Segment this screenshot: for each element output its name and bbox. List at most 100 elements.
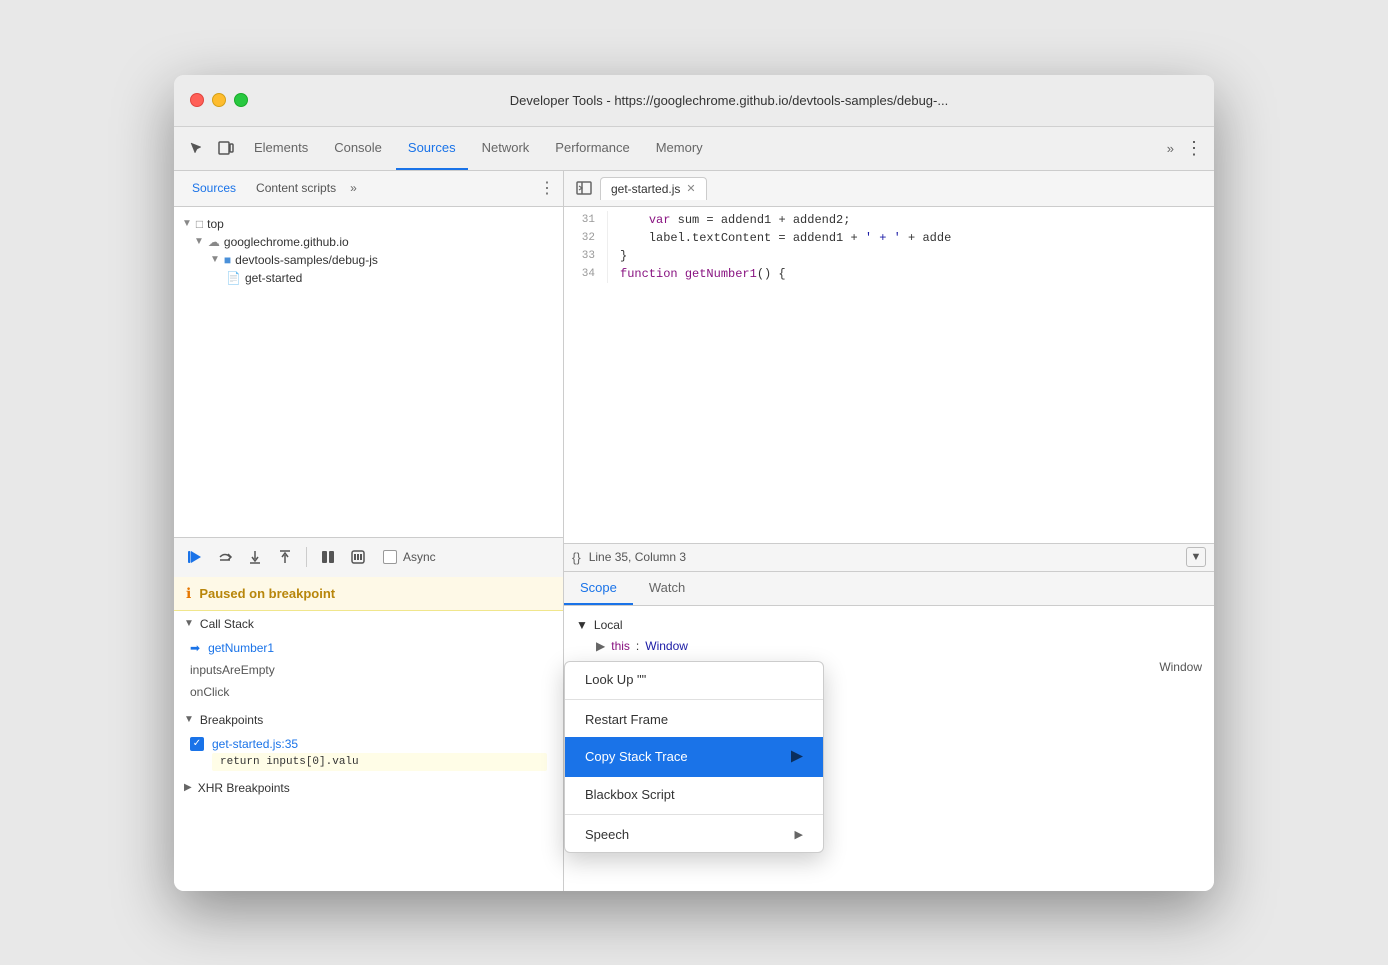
scope-this-value: Window	[645, 639, 688, 653]
tab-sources[interactable]: Sources	[396, 126, 468, 170]
tab-elements[interactable]: Elements	[242, 126, 320, 170]
more-tabs-button[interactable]: »	[1161, 141, 1180, 156]
call-stack-item-0[interactable]: ➡ getNumber1	[174, 637, 563, 659]
code-line-33: 33 }	[564, 247, 1214, 265]
traffic-lights	[190, 93, 248, 107]
ctx-speech-arrow-icon: ▶	[795, 828, 803, 841]
folder-blue-icon: ■	[224, 253, 231, 267]
tab-network[interactable]: Network	[470, 126, 542, 170]
editor-nav-back-icon[interactable]	[572, 176, 596, 200]
breakpoint-item-0: ✓ get-started.js:35 return inputs[0].val…	[174, 733, 563, 775]
ctx-copy-stack-trace[interactable]: Copy Stack Trace	[565, 737, 823, 777]
debug-lower: ℹ Paused on breakpoint ▼ Call Stack ➡ ge…	[174, 577, 563, 891]
tree-item-folder[interactable]: ▼ ■ devtools-samples/debug-js	[174, 251, 563, 269]
code-editor[interactable]: 31 var sum = addend1 + addend2; 32 label…	[564, 207, 1214, 543]
xhr-arrow-icon: ▶	[184, 782, 192, 793]
minimize-button[interactable]	[212, 93, 226, 107]
context-menu: Look Up "" Restart Frame Copy Stack Trac…	[564, 661, 824, 853]
tree-item-top[interactable]: ▼ □ top	[174, 215, 563, 233]
editor-tab-filename: get-started.js	[611, 182, 680, 196]
debug-toolbar: Async	[174, 537, 563, 577]
cursor-position: Line 35, Column 3	[589, 550, 686, 564]
line-number-33: 33	[564, 247, 608, 265]
async-checkbox[interactable]	[383, 550, 397, 564]
breakpoints-arrow-icon: ▼	[184, 714, 194, 725]
file-icon: 📄	[226, 271, 241, 285]
step-out-button[interactable]	[272, 544, 298, 570]
editor-header: get-started.js ✕	[564, 171, 1214, 207]
status-down-button[interactable]: ▼	[1186, 547, 1206, 567]
devtools-menu-button[interactable]: ⋮	[1182, 136, 1206, 160]
scope-global-value: Window	[1159, 660, 1202, 674]
tree-arrow-top: ▼	[182, 218, 192, 229]
subtab-more-button[interactable]: »	[346, 181, 361, 195]
sources-subtabs: Sources Content scripts » ⋮	[174, 171, 563, 207]
editor-tab-file[interactable]: get-started.js ✕	[600, 177, 707, 200]
tree-label-domain: googlechrome.github.io	[224, 235, 349, 249]
tab-watch[interactable]: Watch	[633, 572, 701, 605]
call-stack-header[interactable]: ▼ Call Stack	[174, 611, 563, 637]
tab-memory[interactable]: Memory	[644, 126, 715, 170]
line-number-32: 32	[564, 229, 608, 247]
line-code-32: label.textContent = addend1 + ' + ' + ad…	[620, 229, 951, 247]
ctx-separator-2	[565, 814, 823, 815]
resume-button[interactable]	[182, 544, 208, 570]
cloud-icon: ☁	[208, 235, 220, 249]
toolbar-separator	[306, 547, 307, 567]
call-stack-arrow-icon: ▼	[184, 618, 194, 629]
devtools-tabs-bar: Elements Console Sources Network Perform…	[174, 127, 1214, 171]
breakpoints-header[interactable]: ▼ Breakpoints	[174, 707, 563, 733]
tab-console[interactable]: Console	[322, 126, 394, 170]
tree-label-file: get-started	[245, 271, 302, 285]
paused-banner: ℹ Paused on breakpoint	[174, 577, 563, 611]
subtab-menu-button[interactable]: ⋮	[539, 178, 555, 198]
code-line-34: 34 function getNumber1() {	[564, 265, 1214, 283]
folder-icon: □	[196, 217, 203, 231]
tab-performance[interactable]: Performance	[543, 126, 641, 170]
format-icon[interactable]: {}	[572, 550, 581, 565]
window-title: Developer Tools - https://googlechrome.g…	[260, 93, 1198, 108]
current-frame-icon: ➡	[190, 641, 200, 655]
subtab-content-scripts[interactable]: Content scripts	[246, 177, 346, 199]
ctx-separator-1	[565, 699, 823, 700]
ctx-speech[interactable]: Speech ▶	[565, 817, 823, 852]
subtab-sources[interactable]: Sources	[182, 177, 246, 199]
code-line-31: 31 var sum = addend1 + addend2;	[564, 211, 1214, 229]
breakpoint-header-row: ✓ get-started.js:35	[190, 737, 547, 751]
pause-button[interactable]	[345, 544, 371, 570]
tree-arrow-domain: ▼	[194, 236, 204, 247]
tree-label-folder: devtools-samples/debug-js	[235, 253, 378, 267]
tree-item-domain[interactable]: ▼ ☁ googlechrome.github.io	[174, 233, 563, 251]
file-tree: ▼ □ top ▼ ☁ googlechrome.github.io ▼ ■ d…	[174, 207, 563, 537]
step-over-button[interactable]	[212, 544, 238, 570]
ctx-blackbox-script[interactable]: Blackbox Script	[565, 777, 823, 812]
scope-local-header[interactable]: ▼ Local	[576, 614, 1202, 636]
line-code-31: var sum = addend1 + addend2;	[620, 211, 850, 229]
paused-text: Paused on breakpoint	[199, 586, 335, 601]
maximize-button[interactable]	[234, 93, 248, 107]
editor-tab-close-button[interactable]: ✕	[686, 182, 695, 195]
xhr-breakpoints-header[interactable]: ▶ XHR Breakpoints	[174, 775, 563, 801]
bp-filename[interactable]: get-started.js:35	[212, 737, 298, 751]
async-label: Async	[403, 550, 436, 564]
call-stack-item-1[interactable]: inputsAreEmpty	[174, 659, 563, 681]
tree-label-top: top	[207, 217, 224, 231]
blackbox-button[interactable]	[315, 544, 341, 570]
tree-item-file[interactable]: 📄 get-started	[174, 269, 563, 287]
device-toggle-icon[interactable]	[212, 134, 240, 162]
call-stack-label: Call Stack	[200, 617, 254, 631]
step-into-button[interactable]	[242, 544, 268, 570]
tab-scope[interactable]: Scope	[564, 572, 633, 605]
line-number-31: 31	[564, 211, 608, 229]
bp-checkbox[interactable]: ✓	[190, 737, 204, 751]
bp-code: return inputs[0].valu	[212, 753, 547, 771]
breakpoints-label: Breakpoints	[200, 713, 263, 727]
tree-arrow-folder: ▼	[210, 254, 220, 265]
close-button[interactable]	[190, 93, 204, 107]
call-stack-item-2[interactable]: onClick	[174, 681, 563, 703]
xhr-breakpoints-label: XHR Breakpoints	[198, 781, 290, 795]
cursor-icon[interactable]	[182, 134, 210, 162]
ctx-lookup[interactable]: Look Up ""	[565, 662, 823, 697]
async-toggle: Async	[383, 550, 436, 564]
ctx-restart-frame[interactable]: Restart Frame	[565, 702, 823, 737]
